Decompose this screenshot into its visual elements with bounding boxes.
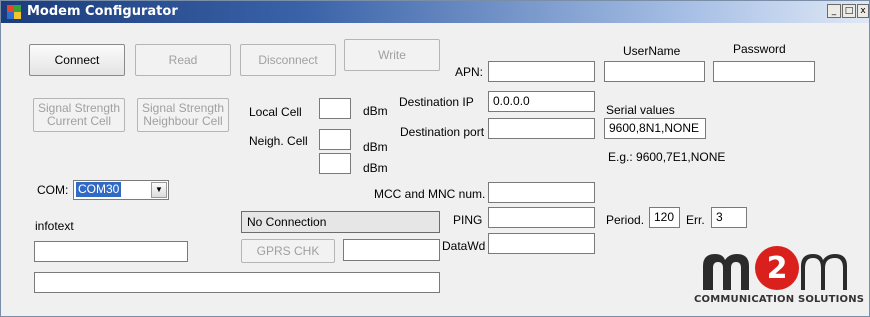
infotext-label: infotext bbox=[35, 219, 74, 233]
logo-tagline: COMMUNICATION SOLUTIONS bbox=[694, 294, 865, 305]
gprs-result-field[interactable] bbox=[343, 239, 440, 261]
local-cell-unit: dBm bbox=[363, 104, 388, 118]
write-button[interactable]: Write bbox=[344, 39, 440, 71]
infotext-field[interactable] bbox=[34, 241, 188, 262]
destination-ip-field[interactable]: 0.0.0.0 bbox=[488, 91, 595, 112]
ping-label: PING bbox=[453, 213, 483, 227]
neigh-cell-label: Neigh. Cell bbox=[249, 134, 308, 148]
datawd-label: DataWd bbox=[442, 239, 486, 253]
modem-configurator-window: Modem Configurator _ □ x Connect Read Di… bbox=[0, 0, 870, 317]
gprs-check-button[interactable]: GPRS CHK bbox=[241, 239, 335, 263]
title-bar[interactable]: Modem Configurator _ □ x bbox=[1, 1, 869, 23]
window-title: Modem Configurator bbox=[27, 4, 178, 19]
signal-strength-neighbour-button[interactable]: Signal Strength Neighbour Cell bbox=[137, 98, 229, 132]
extra-cell-field[interactable] bbox=[319, 153, 351, 174]
destination-ip-label: Destination IP bbox=[399, 95, 474, 109]
svg-text:2: 2 bbox=[767, 251, 788, 286]
local-cell-field[interactable] bbox=[319, 98, 351, 119]
err-label: Err. bbox=[686, 213, 705, 227]
extra-cell-unit: dBm bbox=[363, 161, 388, 175]
apn-label: APN: bbox=[455, 65, 484, 79]
local-cell-label: Local Cell bbox=[249, 105, 302, 119]
com-select[interactable]: COM30 ▼ bbox=[73, 180, 169, 200]
serial-example-text: E.g.: 9600,7E1,NONE bbox=[608, 150, 726, 164]
read-button[interactable]: Read bbox=[135, 44, 231, 76]
destination-port-field[interactable] bbox=[488, 118, 595, 139]
period-field[interactable]: 120 bbox=[649, 207, 680, 228]
serial-values-label: Serial values bbox=[606, 103, 675, 117]
connection-status: No Connection bbox=[241, 211, 440, 233]
minimize-button[interactable]: _ bbox=[827, 4, 841, 18]
connect-button[interactable]: Connect bbox=[29, 44, 125, 76]
mcc-mnc-field[interactable] bbox=[488, 182, 595, 203]
err-field[interactable]: 3 bbox=[711, 207, 747, 228]
serial-values-field[interactable]: 9600,8N1,NONE bbox=[604, 118, 706, 139]
username-label: UserName bbox=[623, 44, 681, 58]
username-field[interactable] bbox=[604, 61, 705, 82]
password-field[interactable] bbox=[713, 61, 815, 82]
com-selected-value: COM30 bbox=[76, 182, 122, 197]
neigh-cell-field[interactable] bbox=[319, 129, 351, 150]
close-button[interactable]: x bbox=[857, 4, 869, 18]
apn-field[interactable] bbox=[488, 61, 595, 82]
signal-strength-current-button[interactable]: Signal Strength Current Cell bbox=[33, 98, 125, 132]
datawd-field[interactable] bbox=[488, 233, 595, 254]
period-label: Period. bbox=[606, 213, 645, 227]
ping-field[interactable] bbox=[488, 207, 595, 228]
chevron-down-icon[interactable]: ▼ bbox=[151, 182, 167, 198]
com-label: COM: bbox=[37, 183, 69, 197]
m2m-logo: 2 COMMUNICATION SOLUTIONS bbox=[691, 244, 865, 308]
neigh-cell-unit: dBm bbox=[363, 140, 388, 154]
password-label: Password bbox=[733, 42, 786, 56]
mcc-mnc-label: MCC and MNC num. bbox=[374, 187, 486, 201]
message-field[interactable] bbox=[34, 272, 440, 293]
app-icon bbox=[7, 5, 21, 19]
destination-port-label: Destination port bbox=[400, 125, 485, 139]
maximize-button[interactable]: □ bbox=[842, 4, 856, 18]
disconnect-button[interactable]: Disconnect bbox=[240, 44, 336, 76]
m2m-logo-graphic: 2 bbox=[703, 246, 847, 290]
